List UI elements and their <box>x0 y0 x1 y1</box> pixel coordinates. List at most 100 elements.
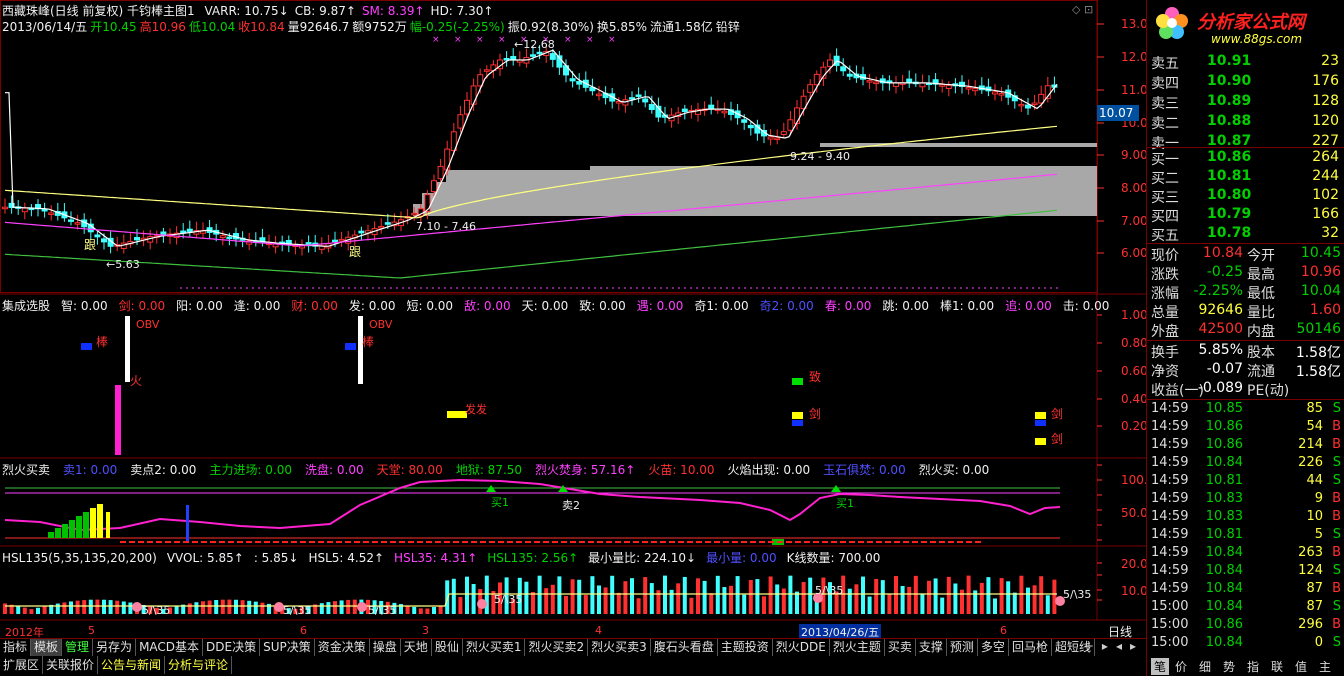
trend-dash <box>435 541 441 543</box>
quote-panel-tab[interactable]: 细 <box>1199 658 1211 675</box>
stat-label: 股本 <box>1247 345 1275 361</box>
obv-bar <box>358 316 363 384</box>
trend-dash <box>120 541 126 543</box>
quote-panel-tab[interactable]: 笔 <box>1151 658 1170 675</box>
volume-bar <box>913 575 918 614</box>
formula-tab[interactable]: 主题投资 <box>718 639 773 656</box>
trend-dash <box>903 541 909 543</box>
tab-nav-arrow-icon[interactable]: + <box>1084 639 1094 653</box>
extension-tab[interactable]: 公告与新闻 <box>98 656 166 674</box>
volume-bar <box>458 596 463 614</box>
formula-tab[interactable]: DDE决策 <box>203 639 261 656</box>
volume-bar <box>412 606 417 614</box>
level-volume: 264 <box>1312 149 1339 165</box>
trend-dash <box>687 541 693 543</box>
volume-signal-dot <box>132 602 142 612</box>
tick-volume: 5 <box>1314 527 1323 542</box>
formula-tab[interactable]: 股仙 <box>432 639 463 656</box>
stat-value: 1.58亿 <box>1295 345 1341 361</box>
indicator-value: HSL5: 4.52↑ <box>308 551 385 565</box>
formula-tab[interactable]: 腹石头看盘 <box>651 639 718 656</box>
trend-dash <box>381 541 387 543</box>
indicator-value: 地狱: 87.50 <box>455 463 523 477</box>
trend-dash <box>624 541 630 543</box>
formula-tab[interactable]: 烈火DDE <box>773 639 830 656</box>
trend-dash <box>822 541 828 543</box>
formula-tab[interactable]: 天地 <box>401 639 432 656</box>
quote-stat-row: 现价 10.84 今开 10.45 <box>1147 244 1344 264</box>
volume-bar <box>577 579 582 614</box>
volume-bar <box>69 520 75 538</box>
header-value: 2013/06/14/五 <box>2 20 88 34</box>
volume-bar <box>451 578 456 614</box>
level-price: 10.88 <box>1207 113 1252 129</box>
formula-tab[interactable]: 预测 <box>947 639 978 656</box>
formula-tab[interactable]: 指标 <box>0 639 32 656</box>
formula-tab[interactable]: 操盘 <box>370 639 401 656</box>
volume-bar <box>603 587 608 614</box>
current-price-tag: 10.07 <box>1097 105 1139 121</box>
trend-dash <box>363 541 369 543</box>
formula-tab[interactable]: SUP决策 <box>260 639 315 656</box>
quote-panel-tab[interactable]: 联 <box>1271 658 1283 675</box>
extension-tab[interactable]: 关联报价 <box>43 656 99 674</box>
stat-value: -0.07 <box>1206 361 1243 377</box>
chart-canvas[interactable]: × × × × × × × × × <box>0 0 1146 638</box>
indicator-value: 遇: 0.00 <box>636 299 684 313</box>
trend-dash <box>741 541 747 543</box>
tick-time: 14:59 <box>1151 473 1189 488</box>
quote-panel-tab[interactable]: 价 <box>1175 658 1187 675</box>
indicator-value: HSL135(5,35,135,20,200) <box>2 551 157 565</box>
formula-tab[interactable]: 烈火主题 <box>830 639 885 656</box>
quote-panel-tab[interactable]: 主 <box>1319 658 1331 675</box>
stat-value: -0.089 <box>1197 380 1243 396</box>
level-price: 10.78 <box>1207 225 1252 241</box>
volume-bar <box>847 588 852 614</box>
tick-time: 15:00 <box>1151 617 1189 632</box>
trend-dash <box>219 541 225 543</box>
quote-panel-tab[interactable]: 值 <box>1295 658 1307 675</box>
extension-tab[interactable]: 扩展区 <box>0 656 44 674</box>
volume-bar <box>927 580 931 614</box>
tick-time: 14:59 <box>1151 563 1189 578</box>
tab-nav-arrow-icon[interactable]: ▸ <box>1102 639 1108 653</box>
trend-dash <box>372 541 378 543</box>
formula-tab[interactable]: MACD基本 <box>136 639 204 656</box>
formula-tab[interactable]: 买卖 <box>885 639 916 656</box>
volume-bar <box>174 606 179 614</box>
kline-chart-area[interactable]: × × × × × × × × × 西藏珠峰(日线 前复权) 千钧棒主图1 VARR: 10.7… <box>0 0 1155 640</box>
indicator-value: HSL35: 4.31↑ <box>394 551 478 565</box>
level-volume: 128 <box>1312 93 1339 109</box>
window-control-icons[interactable]: ◇ ⊡ <box>1072 3 1093 16</box>
trend-dash <box>858 541 864 543</box>
formula-tab[interactable]: 资金决策 <box>315 639 370 656</box>
tick-price: 10.86 <box>1205 617 1243 632</box>
trend-dash <box>255 541 261 543</box>
extension-tab[interactable]: 分析与评论 <box>165 656 233 674</box>
volume-bar <box>76 516 82 538</box>
formula-tab[interactable]: 烈火买卖2 <box>525 639 589 656</box>
trend-dash <box>750 541 756 543</box>
formula-tab[interactable]: 多空 <box>978 639 1009 656</box>
formula-tab[interactable]: 回马枪 <box>1009 639 1052 656</box>
level-volume: 244 <box>1312 168 1339 184</box>
tick-row: 14:59 10.86 54 B <box>1147 419 1344 437</box>
volume-bar <box>808 577 813 614</box>
tab-nav-arrow-icon[interactable]: ◂ <box>1116 639 1122 653</box>
formula-tab[interactable]: 模板 <box>31 639 63 656</box>
level-label: 买二 <box>1151 171 1179 187</box>
formula-tab[interactable]: 烈火买卖1 <box>463 639 526 656</box>
formula-tab[interactable]: 另存为 <box>93 639 137 656</box>
trend-dash <box>723 541 729 543</box>
formula-tab[interactable]: 烈火买卖3 <box>588 639 651 656</box>
volume-bar <box>194 602 199 614</box>
tick-row: 14:59 10.81 5 S <box>1147 527 1344 545</box>
quote-panel-tab[interactable]: 势 <box>1223 658 1235 675</box>
volume-bar <box>90 508 96 538</box>
formula-tab[interactable]: 管理 <box>62 639 94 656</box>
volume-bar <box>979 582 984 614</box>
signal-marker: × <box>564 35 572 45</box>
tab-nav-arrow-icon[interactable]: ▸ <box>1130 639 1136 653</box>
formula-tab[interactable]: 支撑 <box>916 639 947 656</box>
quote-panel-tab[interactable]: 指 <box>1247 658 1259 675</box>
